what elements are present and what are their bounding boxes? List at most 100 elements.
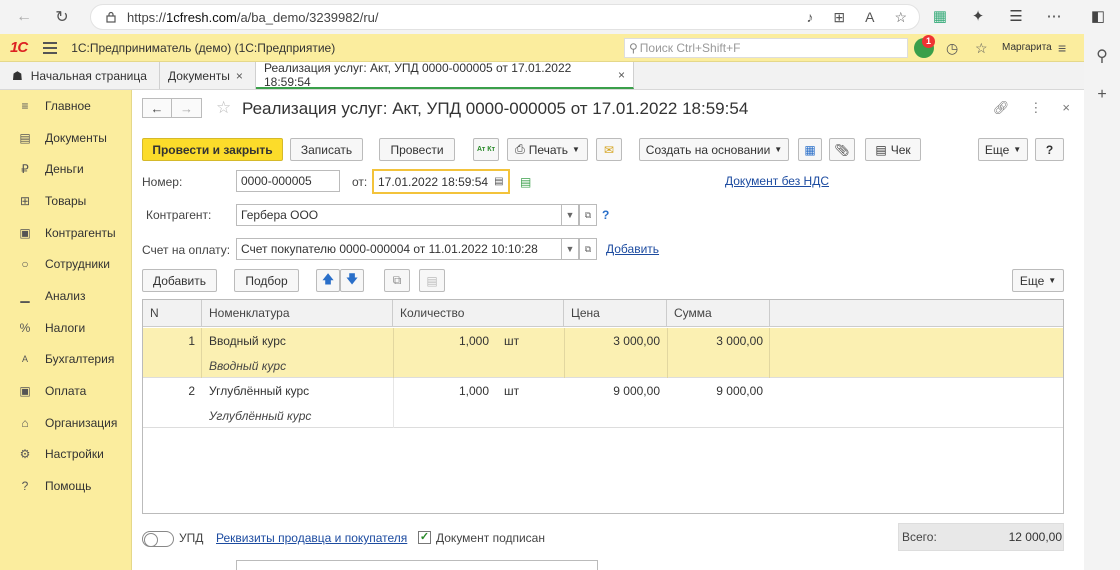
comment-field[interactable]: [236, 560, 598, 570]
print-button[interactable]: ⎙ Печать ▼: [507, 138, 588, 161]
column-n[interactable]: N: [143, 300, 202, 327]
table-row[interactable]: 2 Углублённый курс Углублённый курс 1,00…: [143, 378, 1063, 428]
add-icon[interactable]: +: [1084, 86, 1120, 104]
tab-documents[interactable]: Документы ×: [160, 62, 256, 89]
sidebar-item-documents[interactable]: ▤ Документы: [0, 122, 131, 154]
invoice-dropdown[interactable]: ▼: [561, 238, 579, 260]
sidebar-item-main[interactable]: ≡ Главное: [0, 90, 131, 122]
column-sum[interactable]: Сумма: [667, 300, 770, 327]
row-name[interactable]: Вводный курс: [209, 334, 286, 348]
create-based-on-button[interactable]: Создать на основании ▼: [639, 138, 789, 161]
sidebar-item-organization[interactable]: ⌂ Организация: [0, 407, 131, 439]
calendar-icon[interactable]: ▤: [494, 176, 503, 187]
invoice-field[interactable]: Счет покупателю 0000-000004 от 11.01.202…: [236, 238, 562, 260]
row-description[interactable]: Углублённый курс: [209, 409, 311, 423]
tab-home[interactable]: ☗ Начальная страница: [0, 62, 160, 89]
move-down-button[interactable]: 🡇︎: [340, 269, 364, 292]
address-bar[interactable]: https://1cfresh.com/a/ba_demo/3239982/ru…: [90, 4, 920, 30]
sidebar-item-counterparties[interactable]: ▣ Контрагенты: [0, 217, 131, 249]
row-unit[interactable]: шт: [504, 334, 519, 348]
table-row[interactable]: 1 Вводный курс Вводный курс 1,000 шт 3 0…: [143, 328, 1063, 378]
row-sum[interactable]: 9 000,00: [667, 384, 763, 398]
app-grid-icon[interactable]: ⊞: [833, 9, 845, 26]
row-unit[interactable]: шт: [504, 384, 519, 398]
history-icon[interactable]: ◷: [946, 40, 958, 57]
sidebar-item-settings[interactable]: ⚙ Настройки: [0, 439, 131, 471]
row-quantity[interactable]: 1,000: [393, 384, 489, 398]
dt-kt-button[interactable]: Ат Кт: [473, 138, 499, 161]
paste-row-button[interactable]: ▤: [419, 269, 445, 292]
column-quantity[interactable]: Количество: [393, 300, 564, 327]
help-button[interactable]: ?: [1035, 138, 1064, 161]
number-label: Номер:: [142, 175, 183, 189]
sidebar-item-analysis[interactable]: ▁ Анализ: [0, 280, 131, 312]
counterparty-help-icon[interactable]: ?: [602, 208, 609, 222]
sidebar-item-accounting[interactable]: A Бухгалтерия: [0, 344, 131, 376]
extension-icon[interactable]: ▦: [928, 4, 952, 28]
sidebar-item-money[interactable]: ₽ Деньги: [0, 153, 131, 185]
row-price[interactable]: 3 000,00: [564, 334, 660, 348]
sidebar-item-payment[interactable]: ▣ Оплата: [0, 375, 131, 407]
sidebar-toggle-icon[interactable]: ◧: [1086, 4, 1110, 28]
row-quantity[interactable]: 1,000: [393, 334, 489, 348]
row-name[interactable]: Углублённый курс: [209, 384, 309, 398]
row-description[interactable]: Вводный курс: [209, 359, 286, 373]
tab-realization[interactable]: Реализация услуг: Акт, УПД 0000-000005 о…: [256, 61, 634, 89]
add-row-button[interactable]: Добавить: [142, 269, 217, 292]
receipt-button[interactable]: ▤ Чек: [865, 138, 921, 161]
search-icon[interactable]: ⚲: [1084, 46, 1120, 66]
reload-icon[interactable]: ↻: [48, 3, 76, 31]
post-button[interactable]: Провести: [379, 138, 455, 161]
forward-arrow-icon[interactable]: →: [172, 98, 202, 118]
favorite-star-icon[interactable]: ☆: [216, 98, 231, 118]
settings-menu-icon[interactable]: ≡: [1058, 40, 1066, 56]
table-more-button[interactable]: Еще ▼: [1012, 269, 1064, 292]
upd-toggle[interactable]: [142, 531, 174, 547]
move-up-button[interactable]: 🡅︎: [316, 269, 340, 292]
number-field[interactable]: 0000-000005: [236, 170, 340, 192]
close-icon[interactable]: ×: [618, 68, 625, 82]
back-arrow-icon[interactable]: ←: [142, 98, 172, 118]
notification-bell-icon[interactable]: ♪: [806, 9, 813, 26]
select-button[interactable]: Подбор: [234, 269, 299, 292]
puzzle-icon[interactable]: ✦: [966, 4, 990, 28]
global-search-input[interactable]: ⚲ Поиск Ctrl+Shift+F: [624, 38, 908, 58]
back-icon[interactable]: ←: [10, 3, 38, 31]
favorites-star-icon[interactable]: ☆: [975, 40, 988, 57]
read-aloud-icon[interactable]: A: [865, 9, 874, 26]
sidebar-item-taxes[interactable]: % Налоги: [0, 312, 131, 344]
date-field[interactable]: 17.01.2022 18:59:54 ▤: [372, 169, 510, 194]
attach-button[interactable]: 📎︎: [829, 138, 855, 161]
more-vertical-icon[interactable]: ⋮: [1029, 100, 1042, 116]
row-sum[interactable]: 3 000,00: [667, 334, 763, 348]
counterparty-open[interactable]: ⧉: [579, 204, 597, 226]
menu-icon[interactable]: [43, 41, 58, 54]
save-button[interactable]: Записать: [290, 138, 363, 161]
close-icon[interactable]: ×: [236, 69, 243, 83]
copy-row-button[interactable]: ⧉: [384, 269, 410, 292]
invoice-open[interactable]: ⧉: [579, 238, 597, 260]
column-price[interactable]: Цена: [564, 300, 667, 327]
post-and-close-button[interactable]: Провести и закрыть: [142, 138, 283, 161]
favorites-icon[interactable]: ☰: [1004, 4, 1028, 28]
counterparty-field[interactable]: Гербера ООО: [236, 204, 562, 226]
add-invoice-link[interactable]: Добавить: [606, 242, 659, 256]
column-nomenclature[interactable]: Номенклатура: [202, 300, 393, 327]
structure-button[interactable]: ▦: [798, 138, 822, 161]
more-button[interactable]: Еще ▼: [978, 138, 1028, 161]
link-icon[interactable]: 🔗︎: [993, 100, 1010, 116]
sidebar-item-goods[interactable]: ⊞ Товары: [0, 185, 131, 217]
sidebar-item-employees[interactable]: ○ Сотрудники: [0, 248, 131, 280]
row-price[interactable]: 9 000,00: [564, 384, 660, 398]
more-icon[interactable]: ⋯: [1042, 4, 1066, 28]
vat-link[interactable]: Документ без НДС: [725, 174, 829, 188]
sidebar-item-help[interactable]: ? Помощь: [0, 470, 131, 502]
user-name[interactable]: Маргарита: [1002, 42, 1052, 53]
email-button[interactable]: ✉: [596, 138, 622, 161]
paste-icon: ▤: [426, 273, 438, 288]
signed-checkbox[interactable]: ✓: [418, 531, 431, 544]
counterparty-dropdown[interactable]: ▼: [561, 204, 579, 226]
requisites-link[interactable]: Реквизиты продавца и покупателя: [216, 531, 407, 545]
close-icon[interactable]: ×: [1062, 100, 1070, 116]
favorite-star-icon[interactable]: ☆: [894, 9, 907, 26]
